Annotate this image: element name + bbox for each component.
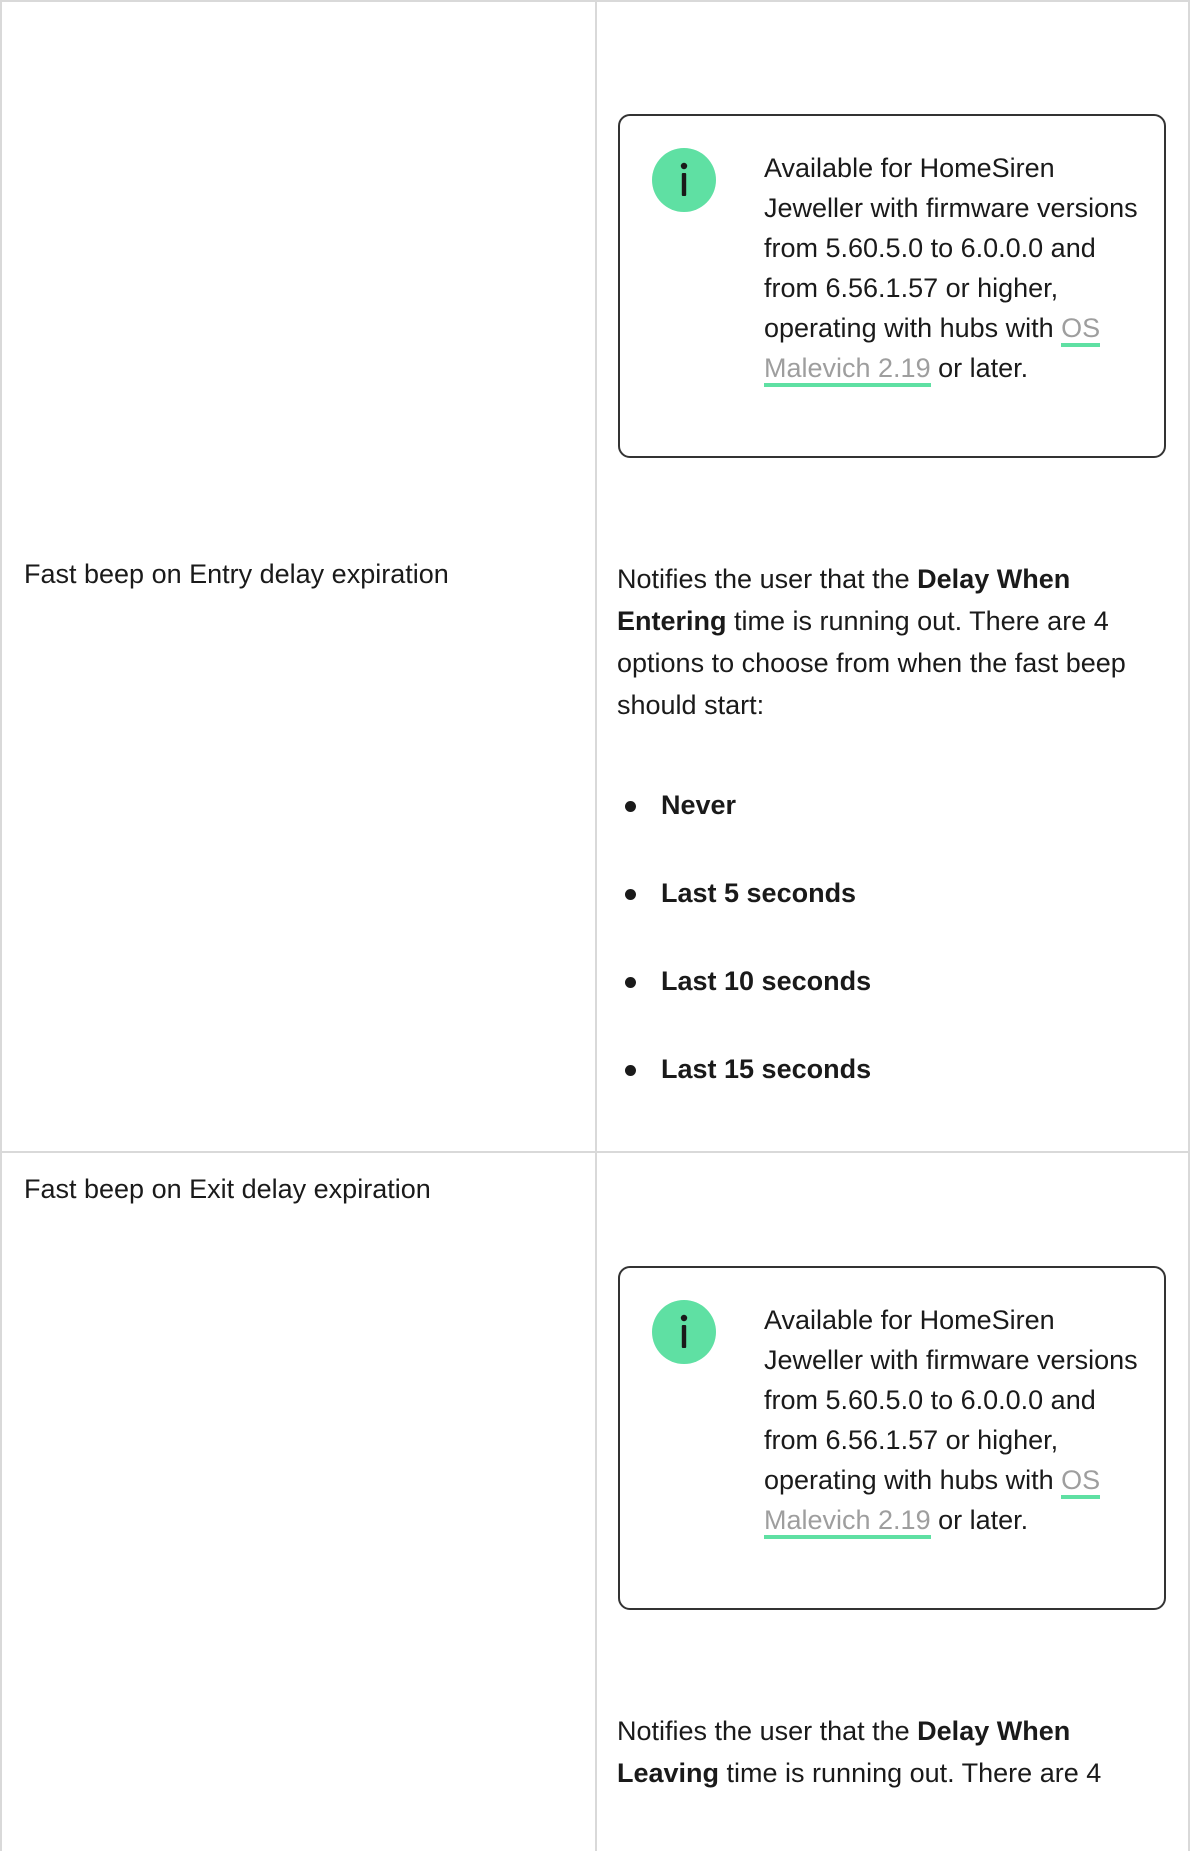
bullet-icon bbox=[625, 801, 636, 812]
entry-delay-description: Notifies the user that the Delay When En… bbox=[617, 558, 1172, 726]
option-last-5-seconds: Last 5 seconds bbox=[661, 878, 857, 908]
firmware-note-box: Available for HomeSiren Jeweller with fi… bbox=[618, 1266, 1166, 1610]
table-column-divider bbox=[595, 0, 597, 1851]
info-icon bbox=[652, 1300, 716, 1364]
firmware-note-text: Available for HomeSiren Jeweller with fi… bbox=[764, 148, 1144, 388]
setting-label-entry-delay: Fast beep on Entry delay expiration bbox=[24, 559, 449, 589]
bullet-icon bbox=[625, 977, 636, 988]
option-last-15-seconds: Last 15 seconds bbox=[661, 1054, 872, 1084]
description-text: time is running out. There are 4 bbox=[719, 1758, 1102, 1788]
table-border-left bbox=[0, 0, 2, 1851]
bullet-icon bbox=[625, 889, 636, 900]
firmware-note-text: Available for HomeSiren Jeweller with fi… bbox=[764, 1300, 1144, 1540]
table-row-divider bbox=[0, 1151, 1190, 1153]
option-last-10-seconds: Last 10 seconds bbox=[661, 966, 872, 996]
setting-label-exit-delay: Fast beep on Exit delay expiration bbox=[24, 1174, 431, 1204]
bullet-icon bbox=[625, 1065, 636, 1076]
option-never: Never bbox=[661, 790, 737, 820]
firmware-note-box: Available for HomeSiren Jeweller with fi… bbox=[618, 114, 1166, 458]
description-text: Notifies the user that the bbox=[617, 564, 918, 594]
description-text: Notifies the user that the bbox=[617, 1716, 918, 1746]
settings-table: Available for HomeSiren Jeweller with fi… bbox=[0, 0, 1190, 1851]
note-text-after: or later. bbox=[930, 1505, 1029, 1535]
info-icon bbox=[652, 148, 716, 212]
table-border-top bbox=[0, 0, 1190, 2]
exit-delay-description: Notifies the user that the Delay When Le… bbox=[617, 1710, 1172, 1794]
note-text-after: or later. bbox=[930, 353, 1029, 383]
